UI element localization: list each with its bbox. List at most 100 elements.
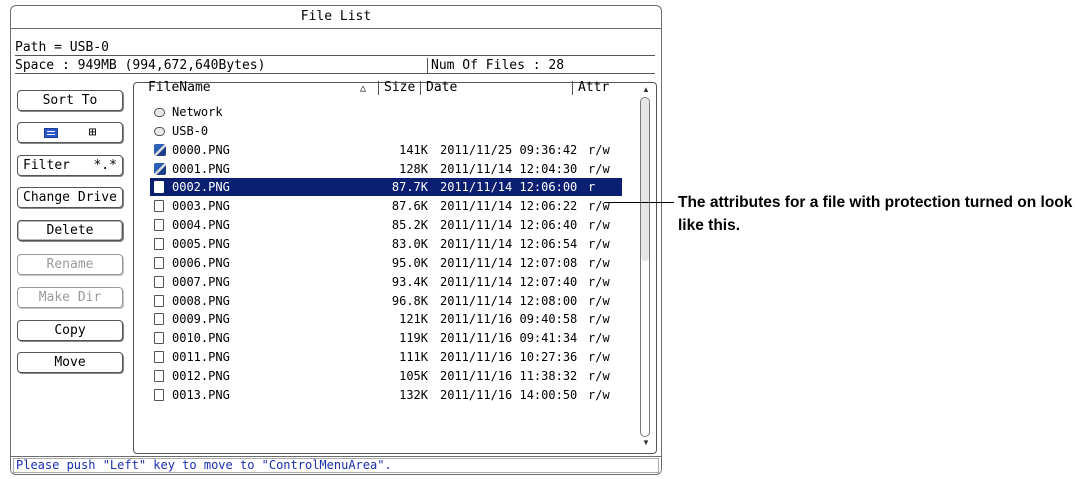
file-attr: r/w <box>588 142 610 157</box>
drive-icon <box>154 108 165 117</box>
file-date: 2011/11/16 14:00:50 <box>440 387 578 402</box>
file-size: 141K <box>399 142 428 157</box>
document-icon <box>154 294 164 307</box>
file-row[interactable]: 0007.PNG 93.4K 2011/11/14 12:07:40 r/w <box>150 273 622 291</box>
file-attr: r/w <box>588 255 610 270</box>
scroll-up-icon[interactable]: ▲ <box>642 85 650 94</box>
file-name: 0012.PNG <box>172 368 230 383</box>
document-icon <box>154 369 164 382</box>
column-header-date[interactable]: Date <box>426 80 457 95</box>
column-header-filename[interactable]: FileName <box>148 80 211 95</box>
sort-to-button[interactable]: Sort To <box>17 90 123 111</box>
callout-leader-line <box>604 202 674 203</box>
file-row[interactable]: 0008.PNG 96.8K 2011/11/14 12:08:00 r/w <box>150 292 622 310</box>
file-name: 0002.PNG <box>172 180 230 195</box>
file-date: 2011/11/14 12:04:30 <box>440 161 578 176</box>
file-attr: r <box>588 180 596 195</box>
file-date: 2011/11/14 12:07:08 <box>440 255 578 270</box>
file-size: 87.7K <box>391 180 428 195</box>
file-row[interactable]: 0005.PNG 83.0K 2011/11/14 12:06:54 r/w <box>150 235 622 253</box>
file-size: 121K <box>399 312 428 327</box>
list-view-icon[interactable] <box>43 127 58 138</box>
file-list-panel[interactable]: FileName △ Size Date Attr Network USB-0 00… <box>133 80 657 454</box>
file-date: 2011/11/14 12:06:40 <box>440 218 578 233</box>
file-size: 119K <box>399 331 428 346</box>
file-name: 0004.PNG <box>172 218 230 233</box>
file-attr: r/w <box>588 236 610 251</box>
file-date: 2011/11/16 10:27:36 <box>440 350 578 365</box>
file-row[interactable]: 0001.PNG 128K 2011/11/14 12:04:30 r/w <box>150 160 622 178</box>
scrollbar-thumb[interactable] <box>641 98 649 261</box>
status-message: Please push "Left" key to move to "Contr… <box>13 458 659 473</box>
space-label: Space : 949MB (994,672,640Bytes) <box>15 58 266 73</box>
file-row[interactable]: 0013.PNG 132K 2011/11/16 14:00:50 r/w <box>150 386 622 404</box>
filter-value: *.* <box>93 158 117 173</box>
column-header-size[interactable]: Size <box>384 80 415 95</box>
move-button[interactable]: Move <box>17 352 123 373</box>
image-file-icon <box>154 143 166 156</box>
file-name: USB-0 <box>172 123 209 138</box>
file-size: 132K <box>399 387 428 402</box>
drive-item[interactable]: Network <box>150 103 622 121</box>
rename-button[interactable]: Rename <box>17 254 123 275</box>
file-name: 0000.PNG <box>172 142 230 157</box>
file-size: 96.8K <box>391 293 428 308</box>
file-row[interactable]: 0006.PNG 95.0K 2011/11/14 12:07:08 r/w <box>150 254 622 272</box>
filter-label: Filter <box>23 158 70 173</box>
file-attr: r/w <box>588 387 610 402</box>
document-icon <box>154 313 164 326</box>
file-date: 2011/11/25 09:36:42 <box>440 142 578 157</box>
file-row[interactable]: 0009.PNG 121K 2011/11/16 09:40:58 r/w <box>150 310 622 328</box>
view-toggle-button[interactable]: ⊞ <box>17 122 123 143</box>
column-divider <box>420 81 421 95</box>
drive-icon <box>154 126 165 136</box>
file-attr: r/w <box>588 350 610 365</box>
column-header-attr[interactable]: Attr <box>578 80 609 95</box>
file-date: 2011/11/16 11:38:32 <box>440 368 578 383</box>
document-icon <box>154 200 164 213</box>
scroll-down-icon[interactable]: ▼ <box>642 438 650 447</box>
file-name: 0001.PNG <box>172 161 230 176</box>
file-row[interactable]: 0002.PNG 87.7K 2011/11/14 12:06:00 r <box>150 178 622 197</box>
file-list-window: File List Path = USB-0 Space : 949MB (99… <box>10 5 662 475</box>
document-icon <box>154 351 164 364</box>
file-row[interactable]: 0004.PNG 85.2K 2011/11/14 12:06:40 r/w <box>150 216 622 234</box>
delete-button[interactable]: Delete <box>17 220 123 241</box>
file-attr: r/w <box>588 368 610 383</box>
file-size: 95.0K <box>391 255 428 270</box>
num-files-label: Num Of Files : 28 <box>431 58 565 73</box>
drive-item[interactable]: USB-0 <box>150 122 622 140</box>
filter-button[interactable]: Filter *.* <box>17 155 123 176</box>
document-icon <box>154 237 164 250</box>
file-name: 0010.PNG <box>172 331 230 346</box>
file-row[interactable]: 0011.PNG 111K 2011/11/16 10:27:36 r/w <box>150 348 622 366</box>
file-name: 0008.PNG <box>172 293 230 308</box>
grid-view-icon[interactable]: ⊞ <box>89 123 97 142</box>
file-date: 2011/11/16 09:40:58 <box>440 312 578 327</box>
path-label: Path = USB-0 <box>15 40 109 55</box>
file-attr: r/w <box>588 274 610 289</box>
file-name: 0005.PNG <box>172 236 230 251</box>
file-attr: r/w <box>588 331 610 346</box>
make-dir-button[interactable]: Make Dir <box>17 287 123 308</box>
file-size: 87.6K <box>391 199 428 214</box>
document-icon <box>154 256 164 269</box>
file-size: 111K <box>399 350 428 365</box>
status-bar: Please push "Left" key to move to "Contr… <box>11 456 661 474</box>
file-row[interactable]: 0003.PNG 87.6K 2011/11/14 12:06:22 r/w <box>150 197 622 215</box>
sort-ascending-icon: △ <box>360 83 367 94</box>
file-name: 0009.PNG <box>172 312 230 327</box>
document-icon <box>154 388 164 401</box>
file-date: 2011/11/14 12:07:40 <box>440 274 578 289</box>
file-name: 0013.PNG <box>172 387 230 402</box>
file-row[interactable]: 0000.PNG 141K 2011/11/25 09:36:42 r/w <box>150 141 622 159</box>
file-attr: r/w <box>588 293 610 308</box>
file-name: 0003.PNG <box>172 199 230 214</box>
file-row[interactable]: 0010.PNG 119K 2011/11/16 09:41:34 r/w <box>150 329 622 347</box>
file-row[interactable]: 0012.PNG 105K 2011/11/16 11:38:32 r/w <box>150 367 622 385</box>
document-icon <box>154 219 164 232</box>
file-attr: r/w <box>588 312 610 327</box>
change-drive-button[interactable]: Change Drive <box>17 187 123 208</box>
copy-button[interactable]: Copy <box>17 320 123 341</box>
file-size: 93.4K <box>391 274 428 289</box>
